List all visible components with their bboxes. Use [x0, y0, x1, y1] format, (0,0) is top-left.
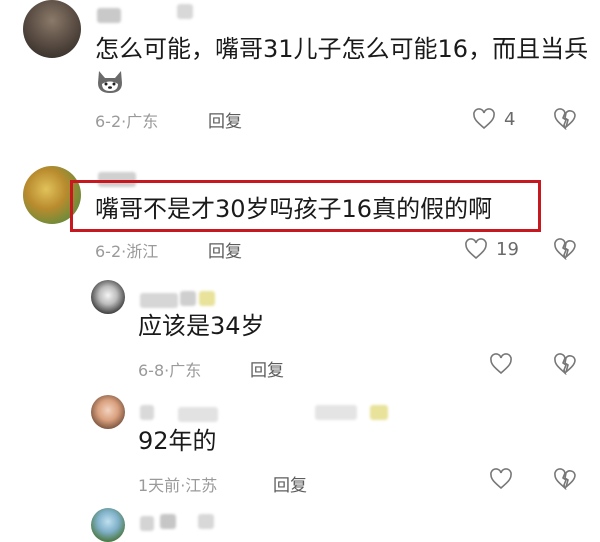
username-blurred[interactable] — [177, 4, 193, 19]
dislike-broken-heart-icon[interactable] — [553, 468, 577, 490]
reply-date: 1天前 — [138, 476, 181, 495]
reply-button[interactable]: 回复 — [273, 471, 307, 496]
like-button[interactable]: 4 — [472, 108, 515, 130]
heart-outline-icon[interactable] — [489, 468, 513, 490]
avatar[interactable] — [91, 508, 125, 542]
badge-blurred — [199, 291, 215, 306]
like-count: 4 — [504, 108, 516, 130]
heart-outline-icon — [465, 238, 487, 260]
reply-location: 广东 — [169, 361, 202, 380]
avatar[interactable] — [91, 280, 125, 314]
reply-location: 江苏 — [185, 476, 218, 495]
username-blurred[interactable] — [180, 291, 196, 306]
comment-text: 怎么可能，嘴哥31儿子怎么可能16，而且当兵 — [95, 35, 589, 63]
reply-text: 应该是34岁 — [138, 312, 265, 340]
username-blurred[interactable] — [140, 516, 154, 531]
like-button[interactable]: 19 — [464, 238, 519, 260]
comment-meta: 6-2·浙江 — [95, 238, 158, 262]
username-blurred[interactable] — [178, 407, 218, 422]
comment-location: 广东 — [126, 112, 159, 131]
reply-meta: 6-8·广东 — [138, 357, 201, 381]
username-blurred[interactable] — [160, 514, 176, 529]
reply-date: 6-8 — [138, 361, 165, 380]
avatar[interactable] — [91, 395, 125, 429]
reply-meta: 1天前·江苏 — [138, 472, 217, 496]
heart-outline-icon[interactable] — [489, 353, 513, 375]
dislike-broken-heart-icon[interactable] — [553, 238, 577, 260]
username-blurred[interactable] — [140, 293, 178, 308]
reply-button[interactable]: 回复 — [250, 356, 284, 381]
avatar[interactable] — [23, 0, 81, 58]
username-blurred[interactable] — [198, 514, 214, 529]
reply-button[interactable]: 回复 — [208, 237, 242, 262]
badge-blurred — [370, 405, 388, 420]
comment-text: 嘴哥不是才30岁吗孩子16真的假的啊 — [95, 195, 493, 223]
comment-meta: 6-2·广东 — [95, 108, 158, 132]
like-count: 19 — [496, 238, 519, 260]
dislike-broken-heart-icon[interactable] — [553, 108, 577, 130]
comment-date: 6-2 — [95, 242, 122, 261]
reply-button[interactable]: 回复 — [208, 107, 242, 132]
username-blurred[interactable] — [315, 405, 357, 420]
heart-outline-icon — [473, 108, 495, 130]
reply-text: 92年的 — [138, 427, 217, 455]
username-blurred[interactable] — [140, 405, 154, 420]
dog-emoji-icon — [95, 69, 125, 95]
comment-date: 6-2 — [95, 112, 122, 131]
comment-location: 浙江 — [126, 242, 159, 261]
dislike-broken-heart-icon[interactable] — [553, 353, 577, 375]
username-blurred[interactable] — [97, 8, 121, 23]
